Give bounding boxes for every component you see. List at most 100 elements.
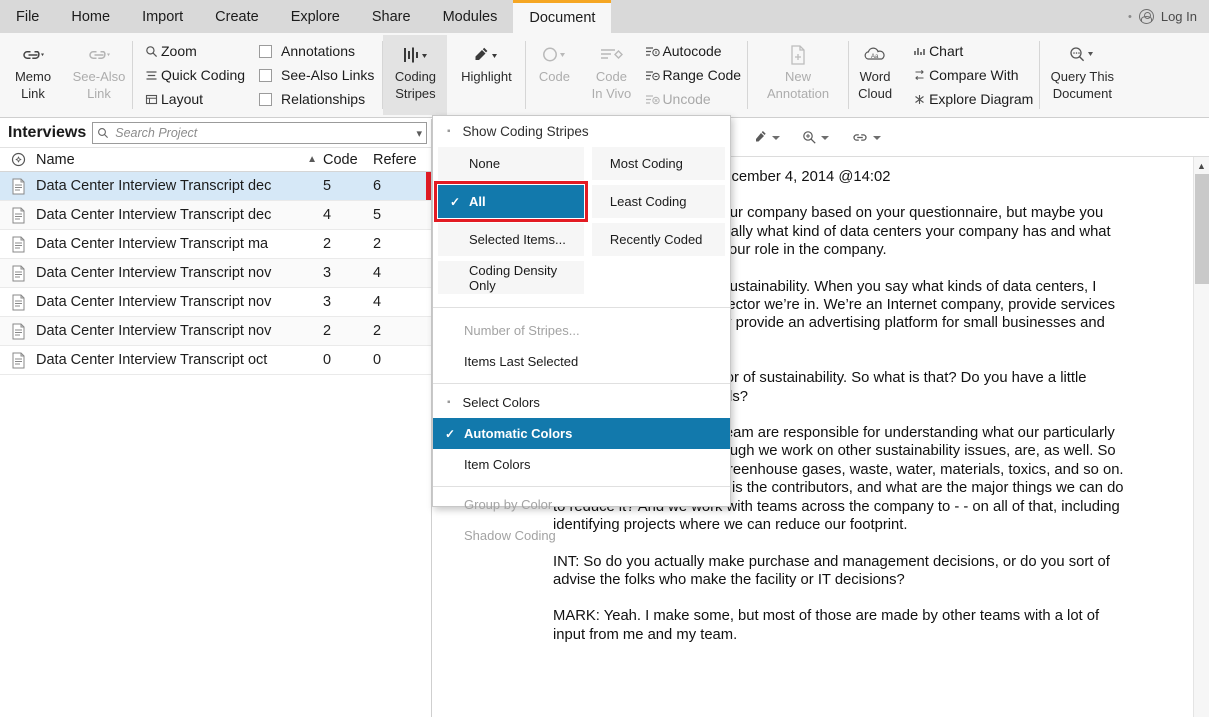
zoom-command[interactable]: Zoom — [141, 40, 245, 63]
tab-home[interactable]: Home — [55, 0, 126, 33]
user-account-icon[interactable] — [1138, 9, 1154, 24]
toolbar-highlight-button[interactable] — [753, 130, 780, 145]
tab-file-label: File — [16, 8, 40, 25]
tab-modules[interactable]: Modules — [427, 0, 514, 33]
tab-share-label: Share — [371, 8, 411, 25]
menu-item-least-coding[interactable]: Least Coding — [591, 185, 725, 218]
tab-file[interactable]: File — [0, 0, 55, 33]
menu-item-all[interactable]: ✓ All — [434, 181, 588, 222]
search-input[interactable]: Search Project ▾ — [92, 122, 427, 144]
toolbar-zoom-button[interactable] — [802, 130, 829, 145]
document-icon — [0, 236, 36, 253]
document-icon — [0, 178, 36, 195]
column-selector-icon[interactable] — [0, 152, 36, 167]
table-row[interactable]: Data Center Interview Transcript oct 0 0 — [0, 346, 431, 375]
tab-explore[interactable]: Explore — [275, 0, 356, 33]
list-panel: Interviews Search Project ▾ Name ▲ Code … — [0, 119, 432, 717]
column-header-code[interactable]: Code — [323, 152, 373, 168]
relationships-label: Relationships — [281, 91, 366, 107]
see-also-links-checkbox[interactable] — [259, 68, 273, 82]
highlight-button[interactable]: Highlight — [447, 35, 525, 115]
titlebar-right: • Log In — [1128, 0, 1209, 33]
table-row[interactable]: Data Center Interview Transcript dec 4 5 — [0, 201, 431, 230]
tab-import[interactable]: Import — [126, 0, 199, 33]
code-in-vivo-label-2: In Vivo — [591, 86, 632, 101]
uncode-icon — [642, 93, 662, 106]
menu-header-show-coding-stripes: ▪ Show Coding Stripes — [433, 116, 730, 147]
range-code-command[interactable]: Range Code — [642, 64, 741, 87]
layout-command[interactable]: Layout — [141, 88, 245, 111]
ribbon-group-visualize-commands: Chart Compare With Explore Diagram — [901, 35, 1039, 115]
ribbon-group-visualize: Aa Word Cloud Chart Compare With Explore… — [849, 33, 1039, 117]
compare-with-command[interactable]: Compare With — [909, 64, 1033, 87]
table-row[interactable]: Data Center Interview Transcript nov 3 4 — [0, 288, 431, 317]
word-cloud-label-2: Cloud — [858, 86, 893, 101]
memo-link-button[interactable]: Memo Link — [0, 35, 66, 115]
compare-icon — [909, 69, 929, 82]
annotations-checkbox-row[interactable]: Annotations — [259, 40, 374, 63]
menu-item-item-colors[interactable]: Item Colors — [433, 449, 730, 480]
explore-diagram-command[interactable]: Explore Diagram — [909, 88, 1033, 111]
layout-label: Layout — [161, 91, 204, 107]
row-name: Data Center Interview Transcript nov — [36, 294, 272, 310]
coding-stripes-button[interactable]: Coding Stripes — [383, 35, 448, 115]
word-cloud-icon: Aa — [862, 42, 888, 68]
chevron-down-icon[interactable]: ▾ — [416, 127, 422, 140]
tab-document-label: Document — [529, 10, 596, 26]
ribbon-group-code-commands: Autocode Range Code Uncode — [640, 35, 747, 115]
explore-diagram-label: Explore Diagram — [929, 91, 1034, 107]
annotations-checkbox[interactable] — [259, 44, 273, 58]
relationships-checkbox[interactable] — [259, 92, 273, 106]
coding-stripes-menu: ▪ Show Coding Stripes None ✓ All Selecte… — [432, 115, 731, 543]
menu-divider-3 — [433, 486, 730, 487]
tab-share[interactable]: Share — [356, 0, 427, 33]
word-cloud-button[interactable]: Aa Word Cloud — [849, 35, 901, 115]
scroll-up-arrow-icon[interactable]: ▲ — [1194, 157, 1209, 174]
column-header-name[interactable]: Name ▲ — [36, 152, 323, 168]
chart-command[interactable]: Chart — [909, 40, 1033, 63]
tab-document[interactable]: Document — [513, 0, 612, 33]
query-this-document-button[interactable]: Query This Document — [1040, 35, 1124, 115]
menu-item-coding-density-only[interactable]: Coding Density Only — [438, 261, 584, 294]
toolbar-link-button[interactable] — [851, 131, 881, 144]
quick-coding-command[interactable]: Quick Coding — [141, 64, 245, 87]
uncode-command: Uncode — [642, 88, 741, 111]
document-icon — [0, 265, 36, 282]
sort-ascending-icon: ▲ — [307, 154, 317, 165]
tab-create[interactable]: Create — [199, 0, 275, 33]
table-row[interactable]: Data Center Interview Transcript dec 5 6 — [0, 172, 431, 201]
menu-item-shadow-coding: Shadow Coding — [433, 520, 730, 551]
menu-item-items-last-selected[interactable]: Items Last Selected — [433, 346, 730, 377]
query-this-label-2: Document — [1052, 86, 1112, 101]
row-reference-count: 4 — [373, 265, 382, 281]
see-also-links-checkbox-row[interactable]: See-Also Links — [259, 64, 374, 87]
autocode-command[interactable]: Autocode — [642, 40, 741, 63]
search-icon — [97, 127, 109, 139]
login-button[interactable]: Log In — [1161, 9, 1197, 24]
menu-item-automatic-colors[interactable]: ✓ Automatic Colors — [433, 418, 730, 449]
menu-item-selected-items[interactable]: Selected Items... — [438, 223, 584, 256]
word-cloud-label-1: Word — [859, 69, 891, 84]
see-also-link-label-2: Link — [87, 86, 111, 101]
table-row[interactable]: Data Center Interview Transcript nov 3 4 — [0, 259, 431, 288]
document-paragraph: MARK: Yeah. I make some, but most of tho… — [553, 608, 1100, 643]
relationships-checkbox-row[interactable]: Relationships — [259, 88, 374, 111]
menu-item-most-coding-label: Most Coding — [609, 156, 683, 171]
row-name: Data Center Interview Transcript oct — [36, 352, 268, 368]
column-header-references[interactable]: Refere — [373, 152, 431, 168]
tab-home-label: Home — [71, 8, 111, 25]
menu-item-number-of-stripes: Number of Stripes... — [433, 315, 730, 346]
document-vertical-scrollbar[interactable]: ▲ — [1193, 157, 1209, 717]
menu-item-most-coding[interactable]: Most Coding — [591, 147, 725, 180]
row-reference-count: 6 — [373, 178, 382, 194]
table-row[interactable]: Data Center Interview Transcript nov 2 2 — [0, 317, 431, 346]
list-rows: Data Center Interview Transcript dec 5 6… — [0, 172, 431, 375]
row-code-count: 2 — [323, 236, 332, 252]
checkmark-icon: ✓ — [450, 194, 461, 209]
code-button: Code — [526, 35, 582, 115]
see-also-link-label-1: See-Also — [72, 69, 126, 84]
scrollbar-thumb[interactable] — [1195, 174, 1209, 284]
table-row[interactable]: Data Center Interview Transcript ma 2 2 — [0, 230, 431, 259]
menu-item-none[interactable]: None — [438, 147, 584, 180]
menu-item-recently-coded[interactable]: Recently Coded — [591, 223, 725, 256]
